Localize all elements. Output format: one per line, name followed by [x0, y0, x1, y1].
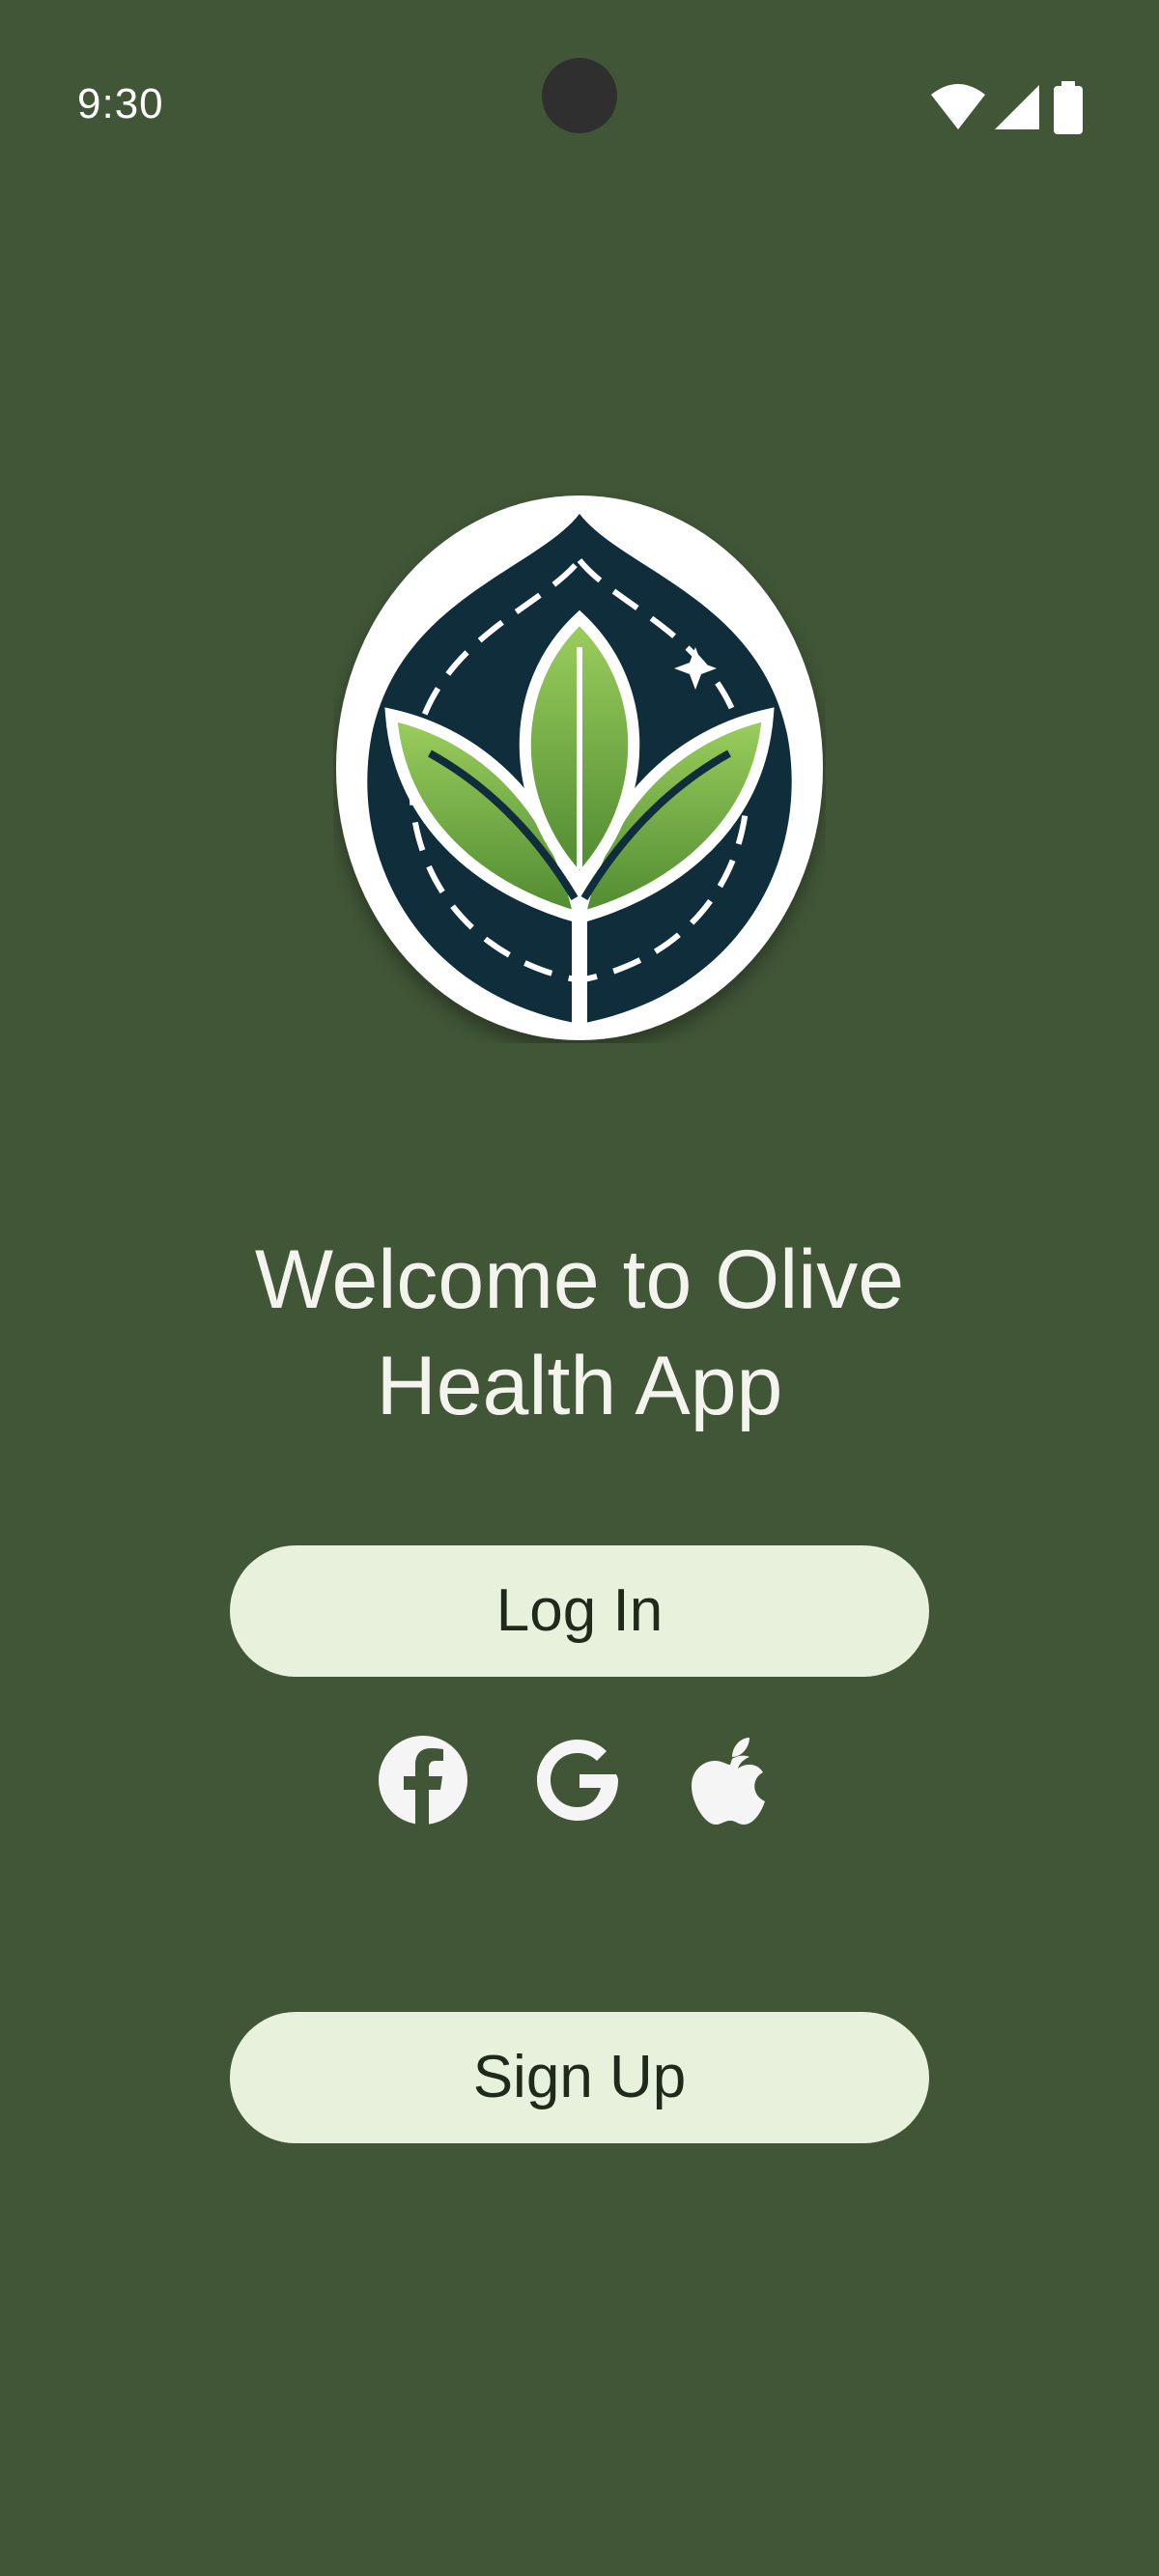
status-icons: [929, 81, 1093, 135]
welcome-heading: Welcome to Olive Health App: [97, 1227, 1062, 1439]
facebook-icon[interactable]: [375, 1732, 471, 1828]
apple-icon[interactable]: [682, 1732, 778, 1828]
welcome-line-1: Welcome to Olive: [254, 1233, 905, 1326]
login-button[interactable]: Log In: [230, 1545, 929, 1677]
signup-button[interactable]: Sign Up: [230, 2012, 929, 2143]
wifi-icon: [931, 84, 985, 129]
status-bar: 9:30: [0, 0, 1159, 193]
battery-icon: [1054, 81, 1083, 134]
social-login-row: [0, 1732, 1159, 1828]
olive-health-logo: [336, 495, 823, 1040]
welcome-line-2: Health App: [376, 1340, 783, 1432]
cellular-signal-icon: [995, 85, 1039, 129]
status-time: 9:30: [77, 80, 164, 127]
camera-cutout: [542, 58, 617, 133]
google-icon[interactable]: [531, 1732, 628, 1828]
